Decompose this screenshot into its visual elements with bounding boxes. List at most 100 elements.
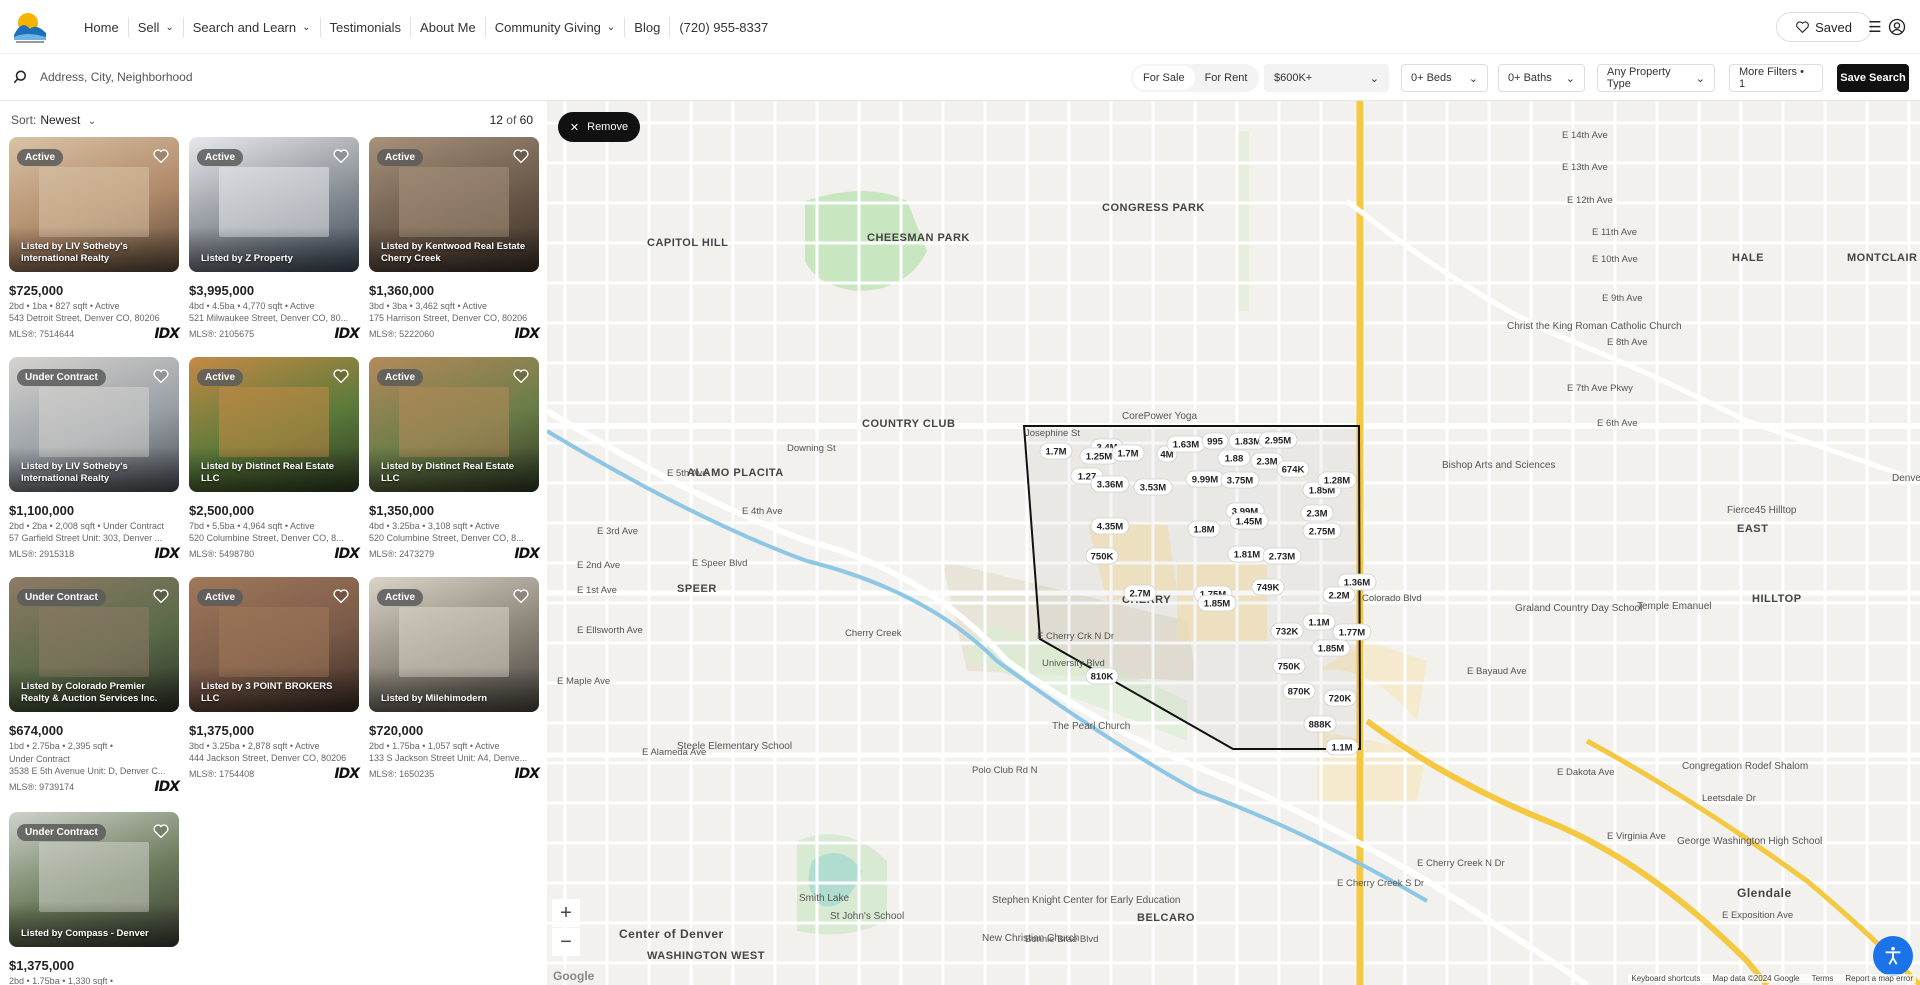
listing-card[interactable]: Active Listed by Milehimodern $720,000 2bd … xyxy=(369,577,540,782)
nav-search-and-learn[interactable]: Search and Learn ⌄ xyxy=(184,17,321,37)
zoom-out-button[interactable]: − xyxy=(552,928,580,956)
listing-photo[interactable]: Active Listed by Kentwood Real Estate Che… xyxy=(369,137,539,272)
price-pin[interactable]: 1.1M xyxy=(1302,613,1336,631)
zoom-in-button[interactable]: + xyxy=(552,899,580,927)
nav-sell[interactable]: Sell ⌄ xyxy=(129,17,184,37)
listing-card[interactable]: Active Listed by 3 POINT BROKERS LLC $1,37… xyxy=(189,577,360,782)
price-pin[interactable]: 1.8M xyxy=(1187,520,1221,538)
listing-card[interactable]: Active Listed by Z Property $3,995,000 4bd … xyxy=(189,137,360,342)
listing-card[interactable]: Active Listed by Distinct Real Estate LLC… xyxy=(189,357,360,562)
account-menu-button[interactable]: ☰ xyxy=(1864,12,1910,42)
price-pin[interactable]: 2.7M xyxy=(1123,584,1157,602)
listing-card[interactable]: Under Contract Listed by LIV Sotheby's In… xyxy=(9,357,180,562)
price-pin[interactable]: 1.85M xyxy=(1197,594,1237,612)
poi-label[interactable]: Smith Lake xyxy=(799,893,849,904)
keyboard-shortcuts-link[interactable]: Keyboard shortcuts xyxy=(1631,974,1700,983)
price-pin[interactable]: 1.88 xyxy=(1217,449,1251,467)
poi-label[interactable]: St John's School xyxy=(830,911,904,922)
favorite-heart-icon[interactable] xyxy=(333,369,349,383)
price-pin[interactable]: 1.1M xyxy=(1325,738,1359,756)
save-search-button[interactable]: Save Search xyxy=(1837,64,1909,92)
price-pin[interactable]: 749K xyxy=(1251,578,1285,596)
price-pin[interactable]: 1.7M xyxy=(1111,444,1145,462)
price-pin[interactable]: 4.35M xyxy=(1090,517,1130,535)
price-pin[interactable]: 2.2M xyxy=(1322,586,1356,604)
price-pin[interactable]: 2.73M xyxy=(1262,547,1302,565)
nav-phone[interactable]: (720) 955-8337 xyxy=(670,17,777,37)
more-filters-button[interactable]: More Filters • 1 xyxy=(1729,64,1823,92)
poi-label[interactable]: Bishop Arts and Sciences xyxy=(1442,460,1555,471)
poi-label[interactable]: The Pearl Church xyxy=(1052,721,1130,732)
brand-logo[interactable] xyxy=(12,9,48,45)
price-pin[interactable]: 674K xyxy=(1276,460,1310,478)
price-pin[interactable]: 3.75M xyxy=(1220,471,1260,489)
accessibility-button[interactable] xyxy=(1873,936,1913,976)
price-pin[interactable]: 1.7M xyxy=(1039,442,1073,460)
listing-photo[interactable]: Under Contract Listed by Colorado Premier… xyxy=(9,577,179,712)
price-pin[interactable]: 2.75M xyxy=(1302,522,1342,540)
price-pin[interactable]: 995 xyxy=(1201,432,1229,450)
listing-photo[interactable]: Active Listed by Distinct Real Estate LLC xyxy=(369,357,539,492)
listing-card[interactable]: Active Listed by Kentwood Real Estate Che… xyxy=(369,137,540,342)
favorite-heart-icon[interactable] xyxy=(153,369,169,383)
price-pin[interactable]: 810K xyxy=(1085,667,1119,685)
price-pin[interactable]: 888K xyxy=(1303,715,1337,733)
poi-label[interactable]: Stephen Knight Center for Early Educatio… xyxy=(992,895,1180,906)
price-dropdown[interactable]: $600K+ ⌄ xyxy=(1264,64,1389,92)
poi-label[interactable]: Congregation Rodef Shalom xyxy=(1682,761,1808,772)
poi-label[interactable]: Temple Emanuel xyxy=(1637,601,1711,612)
price-pin[interactable]: 2.95M xyxy=(1258,431,1298,449)
listing-photo[interactable]: Active Listed by Distinct Real Estate LLC xyxy=(189,357,359,492)
price-pin[interactable]: 1.77M xyxy=(1332,623,1372,641)
favorite-heart-icon[interactable] xyxy=(153,149,169,163)
listing-photo[interactable]: Active Listed by Z Property xyxy=(189,137,359,272)
terms-link[interactable]: Terms xyxy=(1812,974,1834,983)
favorite-heart-icon[interactable] xyxy=(333,589,349,603)
favorite-heart-icon[interactable] xyxy=(513,369,529,383)
poi-label[interactable]: George Washington High School xyxy=(1677,836,1822,847)
poi-label[interactable]: CorePower Yoga xyxy=(1122,411,1197,422)
price-pin[interactable]: 1.45M xyxy=(1229,512,1269,530)
favorite-heart-icon[interactable] xyxy=(333,149,349,163)
listing-card[interactable]: Active Listed by LIV Sotheby's Internatio… xyxy=(9,137,180,342)
saved-button[interactable]: Saved xyxy=(1776,12,1872,42)
price-pin[interactable]: 750K xyxy=(1272,657,1306,675)
listing-photo[interactable]: Active Listed by 3 POINT BROKERS LLC xyxy=(189,577,359,712)
sort-control[interactable]: Sort: Newest ⌄ xyxy=(11,113,96,127)
price-pin[interactable]: 9.99M xyxy=(1185,470,1225,488)
search-input[interactable] xyxy=(40,65,560,89)
report-error-link[interactable]: Report a map error xyxy=(1845,974,1913,983)
price-pin[interactable]: 1.28M xyxy=(1317,471,1357,489)
price-pin[interactable]: 1.63M xyxy=(1166,435,1206,453)
poi-label[interactable]: Graland Country Day School xyxy=(1515,603,1642,614)
price-pin[interactable]: 1.85M xyxy=(1311,639,1351,657)
nav-home[interactable]: Home xyxy=(75,17,129,37)
map-canvas[interactable]: CONGRESS PARK CHEESMAN PARK CAPITOL HILL HA… xyxy=(547,101,1920,985)
favorite-heart-icon[interactable] xyxy=(153,589,169,603)
listing-photo[interactable]: Under Contract Listed by LIV Sotheby's In… xyxy=(9,357,179,492)
nav-blog[interactable]: Blog xyxy=(625,17,671,37)
listing-photo[interactable]: Active Listed by Milehimodern xyxy=(369,577,539,712)
poi-label[interactable]: Fierce45 Hilltop xyxy=(1727,505,1797,516)
nav-community-giving[interactable]: Community Giving ⌄ xyxy=(486,17,626,37)
nav-about-me[interactable]: About Me xyxy=(411,17,486,37)
listing-photo[interactable]: Active Listed by LIV Sotheby's Internatio… xyxy=(9,137,179,272)
beds-dropdown[interactable]: 0+ Beds ⌄ xyxy=(1401,64,1488,92)
remove-polygon-button[interactable]: ✕ Remove xyxy=(558,112,640,142)
price-pin[interactable]: 720K xyxy=(1323,689,1357,707)
map-panel[interactable]: CONGRESS PARK CHEESMAN PARK CAPITOL HILL HA… xyxy=(547,101,1920,985)
price-pin[interactable]: 2.3M xyxy=(1300,504,1334,522)
listing-photo[interactable]: Under Contract Listed by Compass - Denver xyxy=(9,812,179,947)
favorite-heart-icon[interactable] xyxy=(513,149,529,163)
favorite-heart-icon[interactable] xyxy=(513,589,529,603)
price-pin[interactable]: 750K xyxy=(1085,547,1119,565)
poi-label[interactable]: Christ the King Roman Catholic Church xyxy=(1507,321,1682,332)
for-rent-tab[interactable]: For Rent xyxy=(1195,66,1258,90)
price-pin[interactable]: 3.53M xyxy=(1133,478,1173,496)
listing-card[interactable]: Active Listed by Distinct Real Estate LLC… xyxy=(369,357,540,562)
property-type-dropdown[interactable]: Any Property Type ⌄ xyxy=(1597,64,1715,92)
poi-label[interactable]: Denver Language School Whiteman Campus xyxy=(1892,473,1920,484)
listing-card[interactable]: Under Contract Listed by Colorado Premier… xyxy=(9,577,180,795)
price-pin[interactable]: 3.36M xyxy=(1090,475,1130,493)
price-pin[interactable]: 870K xyxy=(1282,682,1316,700)
